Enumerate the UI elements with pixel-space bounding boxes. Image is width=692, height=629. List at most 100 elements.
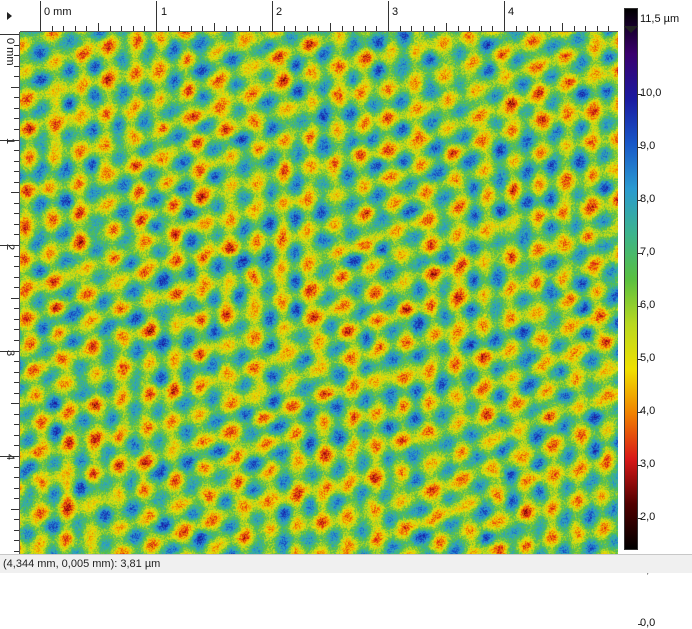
left-ruler-tick: [11, 192, 19, 193]
top-ruler-tick: [574, 26, 575, 31]
left-ruler-tick: [14, 372, 19, 373]
top-ruler-tick: [110, 26, 111, 31]
scale-label-6: 4,0: [640, 406, 655, 417]
scale-tick-7: [638, 465, 642, 466]
top-ruler-tick: [481, 26, 482, 31]
left-ruler-tick: [14, 498, 19, 499]
left-ruler-label-0: 0 mm: [4, 38, 15, 66]
scale-label-3: 7,0: [640, 247, 655, 258]
scale-tick-3: [638, 253, 642, 254]
scale-max-label: 11,5 µm: [640, 14, 679, 25]
top-ruler-tick: [585, 26, 586, 31]
left-ruler-tick: [14, 393, 19, 394]
color-scale-bar[interactable]: [624, 8, 638, 550]
left-ruler-tick: [14, 45, 19, 46]
top-ruler-tick: [272, 1, 273, 31]
left-ruler-tick: [14, 203, 19, 204]
left-ruler-tick: [14, 340, 19, 341]
left-ruler-tick: [14, 118, 19, 119]
left-ruler-tick: [14, 224, 19, 225]
ruler-corner-toggle[interactable]: [0, 0, 20, 32]
scale-tick-10: [638, 624, 642, 625]
top-ruler-tick: [608, 26, 609, 31]
left-ruler-tick: [0, 34, 19, 35]
left-ruler-tick: [14, 308, 19, 309]
scale-tick-5: [638, 359, 642, 360]
top-ruler-tick: [353, 26, 354, 31]
top-ruler-tick: [63, 26, 64, 31]
left-ruler-tick: [11, 509, 19, 510]
top-ruler-tick: [98, 23, 99, 31]
top-ruler-tick: [330, 23, 331, 31]
horizontal-ruler: 0 mm 1 2 3 4: [20, 0, 618, 32]
top-ruler-tick: [318, 26, 319, 31]
top-ruler-tick: [539, 26, 540, 31]
top-ruler-tick: [400, 26, 401, 31]
scale-label-5: 5,0: [640, 353, 655, 364]
top-ruler-tick: [168, 26, 169, 31]
top-ruler-tick: [121, 26, 122, 31]
top-ruler-tick: [295, 26, 296, 31]
left-ruler-tick: [0, 140, 19, 141]
left-ruler-tick: [14, 234, 19, 235]
left-ruler-tick: [14, 540, 19, 541]
left-ruler-tick: [0, 351, 19, 352]
left-ruler-tick: [14, 488, 19, 489]
top-ruler-tick: [284, 26, 285, 31]
top-ruler-tick: [562, 23, 563, 31]
top-ruler-tick: [249, 26, 250, 31]
top-ruler-tick: [469, 26, 470, 31]
top-ruler-tick: [365, 26, 366, 31]
top-ruler-tick: [307, 26, 308, 31]
left-ruler-tick: [14, 329, 19, 330]
status-bar: (4,344 mm, 0,005 mm): 3,81 µm: [0, 554, 692, 573]
left-ruler-tick: [14, 76, 19, 77]
scale-label-4: 6,0: [640, 300, 655, 311]
top-ruler-tick: [388, 1, 389, 31]
left-ruler-tick: [0, 245, 19, 246]
left-ruler-tick: [14, 182, 19, 183]
scale-tick-4: [638, 306, 642, 307]
left-ruler-tick: [14, 266, 19, 267]
top-ruler-tick: [214, 23, 215, 31]
top-ruler-tick: [434, 26, 435, 31]
top-ruler-tick: [458, 26, 459, 31]
top-ruler-tick: [133, 26, 134, 31]
left-ruler-tick: [14, 382, 19, 383]
cursor-readout: (4,344 mm, 0,005 mm): 3,81 µm: [3, 558, 160, 570]
top-ruler-tick: [597, 26, 598, 31]
scale-label-10: 0,0: [640, 618, 655, 629]
top-ruler-label-2: 2: [276, 7, 282, 18]
top-ruler-tick: [423, 26, 424, 31]
left-ruler-tick: [14, 171, 19, 172]
left-ruler-tick: [11, 87, 19, 88]
height-map-canvas[interactable]: [20, 32, 618, 554]
left-ruler-tick: [14, 445, 19, 446]
top-ruler-tick: [191, 26, 192, 31]
left-ruler-tick: [14, 66, 19, 67]
scale-tick-6: [638, 412, 642, 413]
scale-label-1: 9,0: [640, 141, 655, 152]
top-ruler-label-3: 3: [392, 7, 398, 18]
top-ruler-label-0: 0 mm: [44, 7, 72, 18]
triangle-right-icon: [7, 12, 12, 20]
left-ruler-label-4: 4: [4, 454, 15, 460]
top-ruler-tick: [226, 26, 227, 31]
top-ruler-tick: [376, 26, 377, 31]
top-ruler-tick: [75, 26, 76, 31]
left-ruler-tick: [14, 150, 19, 151]
top-ruler-tick: [516, 26, 517, 31]
scale-label-8: 2,0: [640, 512, 655, 523]
top-ruler-tick: [342, 26, 343, 31]
color-scale: 11,5 µm 10,09,08,07,06,05,04,03,02,01,00…: [620, 8, 692, 554]
top-ruler-tick: [52, 26, 53, 31]
left-ruler-tick: [14, 287, 19, 288]
top-ruler-label-4: 4: [508, 7, 514, 18]
left-ruler-tick: [14, 319, 19, 320]
left-ruler-tick: [14, 55, 19, 56]
scale-tick-8: [638, 518, 642, 519]
surface-height-map[interactable]: [20, 32, 618, 554]
top-ruler-tick: [492, 26, 493, 31]
scale-marker-icon[interactable]: [624, 26, 638, 33]
top-ruler-tick: [550, 26, 551, 31]
